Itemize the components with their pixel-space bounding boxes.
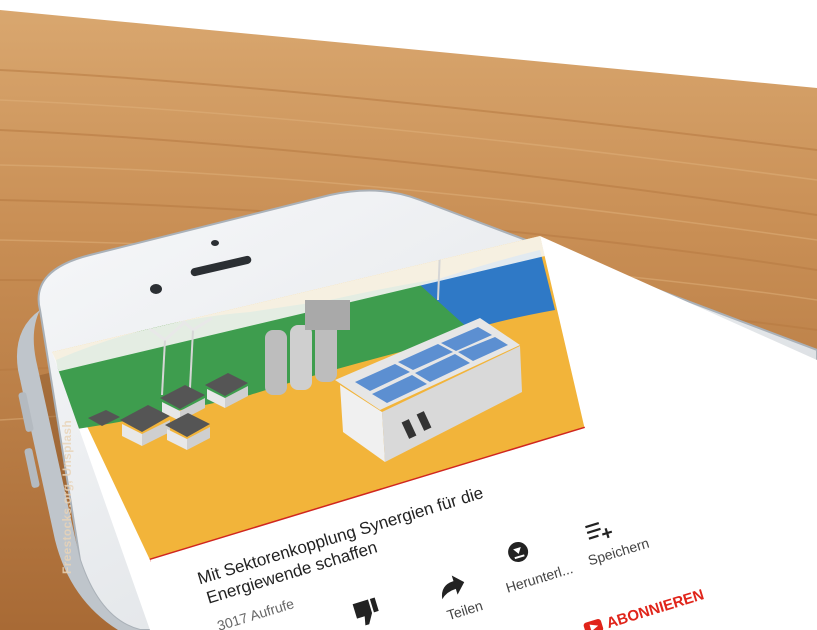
photo-scene: Mit Sektorenkopplung Synergien für die E… [0,0,817,630]
camera-icon [150,284,162,294]
photo-credit: Freestocks.org, Unsplash [60,420,74,574]
